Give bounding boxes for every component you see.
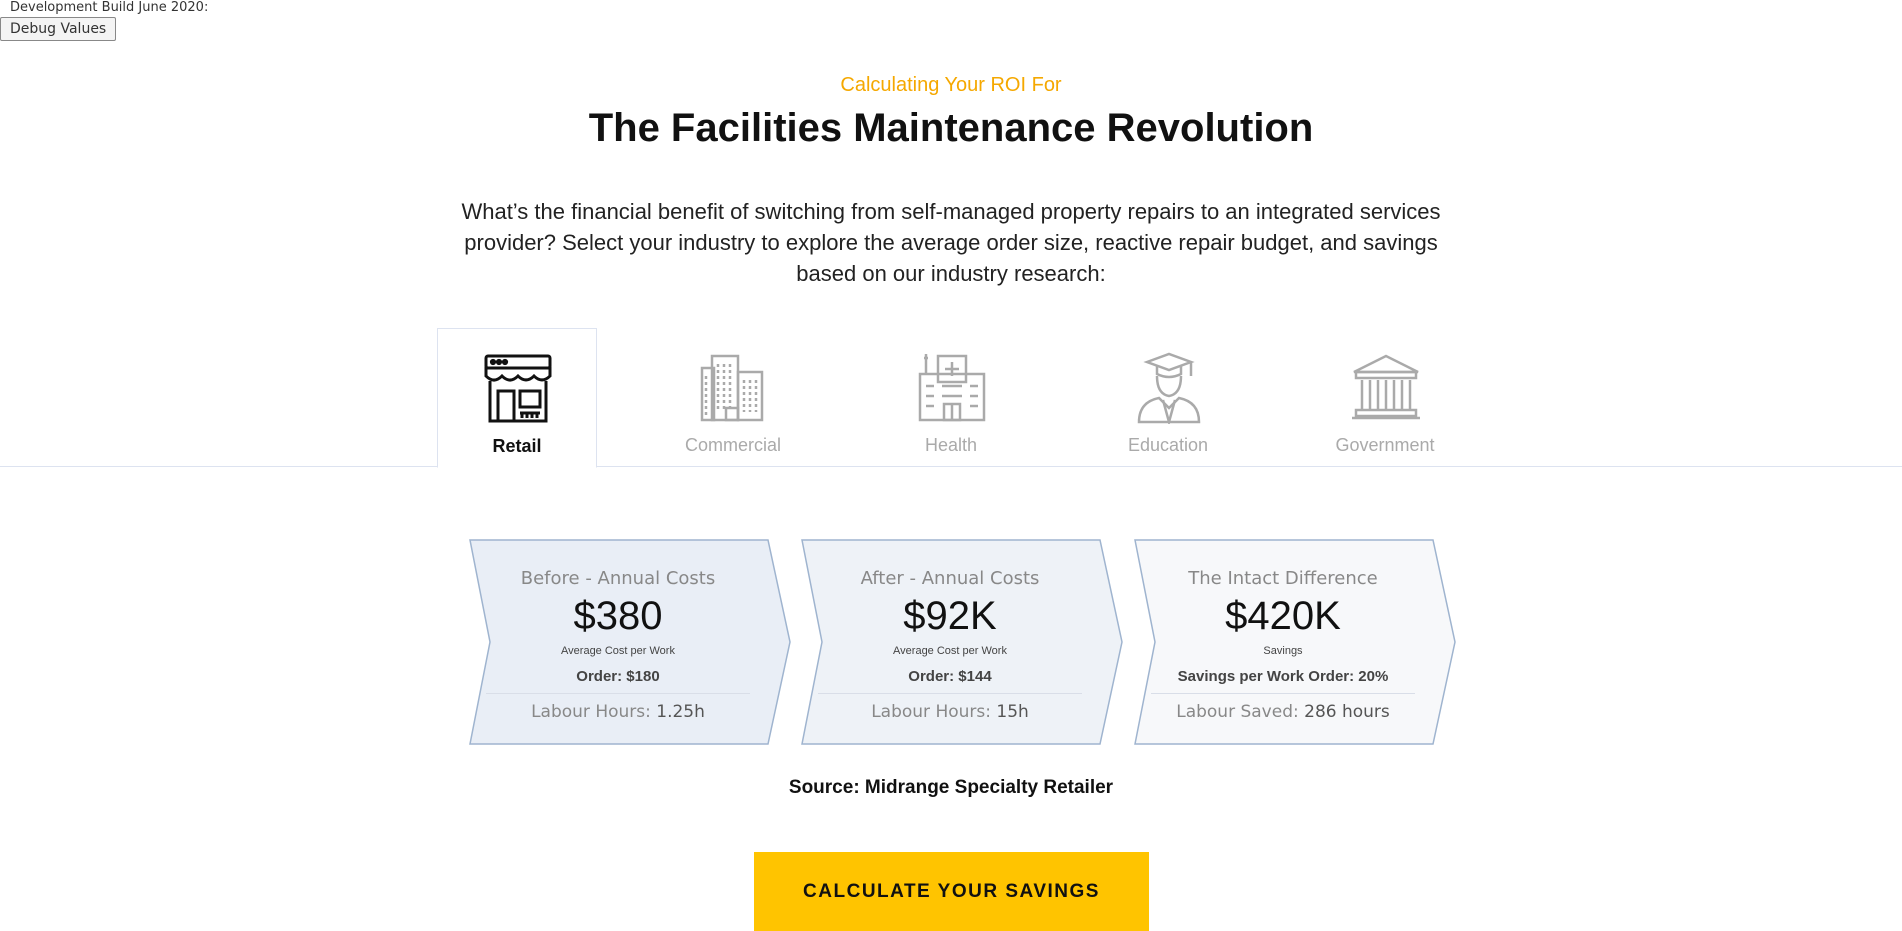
footer-value: 15h (996, 702, 1029, 722)
card-value: $92K (903, 594, 997, 638)
tab-label: Government (1335, 435, 1435, 455)
tab-retail[interactable]: Retail (437, 328, 597, 468)
tab-education[interactable]: Education (1089, 328, 1247, 466)
footer-value: 286 hours (1304, 702, 1390, 722)
office-buildings-icon (700, 354, 764, 422)
card-heading: The Intact Difference (1188, 568, 1378, 589)
card-footer: Labour Saved: 286 hours (1133, 702, 1433, 722)
page-title: The Facilities Maintenance Revolution (588, 106, 1314, 150)
card-footer: Labour Hours: 1.25h (468, 702, 768, 722)
hospital-icon (918, 354, 986, 422)
tab-health[interactable]: Health (872, 328, 1030, 466)
tab-government[interactable]: Government (1306, 328, 1464, 466)
footer-value: 1.25h (656, 702, 705, 722)
after-costs-card: After - Annual Costs $92K Average Cost p… (800, 538, 1124, 746)
card-sublabel: Savings (1263, 645, 1303, 657)
graduate-icon (1137, 352, 1201, 424)
card-heading: Before - Annual Costs (520, 568, 716, 589)
calculate-savings-button[interactable]: CALCULATE YOUR SAVINGS (754, 852, 1149, 931)
card-order: Savings per Work Order: 20% (1177, 668, 1389, 685)
card-heading: After - Annual Costs (860, 568, 1040, 589)
government-building-icon (1352, 354, 1420, 420)
debug-values-button[interactable]: Debug Values (0, 17, 117, 41)
card-value: $420K (1225, 594, 1341, 638)
tab-label: Health (924, 435, 978, 455)
tab-label: Retail (492, 436, 542, 456)
tabs-divider (0, 466, 1902, 467)
storefront-icon (484, 354, 552, 423)
footer-label: Labour Hours: (871, 702, 991, 722)
card-divider (1151, 693, 1415, 694)
tab-label: Commercial (684, 435, 781, 455)
footer-label: Labour Saved: (1176, 702, 1299, 722)
intro-text: What’s the financial benefit of switchin… (461, 199, 1441, 286)
page-kicker: Calculating Your ROI For (840, 74, 1062, 96)
intact-difference-card: The Intact Difference $420K Savings Savi… (1133, 538, 1457, 746)
before-costs-card: Before - Annual Costs $380 Average Cost … (468, 538, 792, 746)
build-label: Development Build June 2020: (10, 0, 209, 15)
tab-label: Education (1127, 435, 1209, 455)
card-order: Order: $180 (576, 668, 660, 685)
tab-commercial[interactable]: Commercial (654, 328, 812, 466)
card-sublabel: Average Cost per Work (893, 645, 1007, 657)
card-footer: Labour Hours: 15h (800, 702, 1100, 722)
footer-label: Labour Hours: (531, 702, 651, 722)
card-divider (486, 693, 750, 694)
card-value: $380 (573, 594, 663, 638)
card-divider (818, 693, 1082, 694)
card-sublabel: Average Cost per Work (561, 645, 675, 657)
source-note: Source: Midrange Specialty Retailer (788, 777, 1114, 798)
card-order: Order: $144 (908, 668, 992, 685)
